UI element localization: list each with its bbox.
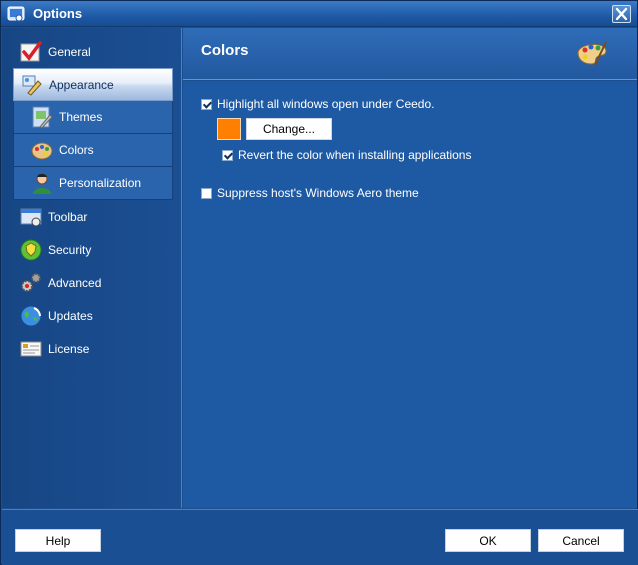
app-icon <box>7 6 25 22</box>
title-bar: Options <box>1 1 637 27</box>
license-certificate-icon <box>20 341 42 356</box>
palette-icon <box>577 41 607 66</box>
colors-panel: Highlight all windows open under Ceedo. … <box>183 81 637 508</box>
options-window: Options General Appearance Themes Colors… <box>0 0 638 565</box>
themes-icon <box>32 106 53 129</box>
sidebar-item-label: Appearance <box>49 77 114 92</box>
sidebar-item-appearance[interactable]: Appearance <box>13 68 173 101</box>
sidebar-item-personalization[interactable]: Personalization <box>13 167 173 200</box>
page-title: Colors <box>201 42 249 59</box>
sidebar-item-label: Toolbar <box>48 209 88 224</box>
close-button[interactable] <box>612 5 631 23</box>
sidebar-item-label: Colors <box>59 143 94 157</box>
highlight-windows-checkbox[interactable] <box>201 98 212 110</box>
highlight-windows-label: Highlight all windows open under Ceedo. <box>217 97 435 111</box>
highlight-windows-option[interactable]: Highlight all windows open under Ceedo. <box>201 97 434 111</box>
revert-color-checkbox[interactable] <box>222 149 233 161</box>
sidebar-item-updates[interactable]: Updates <box>13 299 173 332</box>
sidebar-item-advanced[interactable]: Advanced <box>13 266 173 299</box>
change-color-button[interactable]: Change... <box>246 118 332 140</box>
sidebar: General Appearance Themes Colors Persona… <box>2 28 182 508</box>
cancel-button[interactable]: Cancel <box>538 529 624 552</box>
revert-color-option[interactable]: Revert the color when installing applica… <box>222 148 471 162</box>
window-title: Options <box>33 6 83 21</box>
gears-icon <box>21 272 41 292</box>
sidebar-item-themes[interactable]: Themes <box>13 101 173 134</box>
sidebar-item-general[interactable]: General <box>13 35 173 68</box>
sidebar-item-label: Security <box>48 242 92 257</box>
toolbar-icon <box>20 208 42 226</box>
suppress-aero-checkbox[interactable] <box>201 187 212 199</box>
footer: Help OK Cancel <box>2 509 638 565</box>
suppress-aero-option[interactable]: Suppress host's Windows Aero theme <box>201 186 419 200</box>
sidebar-item-toolbar[interactable]: Toolbar <box>13 200 173 233</box>
general-checkmark-icon <box>20 40 42 61</box>
sidebar-item-label: General <box>48 44 91 59</box>
person-icon <box>33 173 51 194</box>
sidebar-item-label: License <box>48 341 90 356</box>
sidebar-item-label: Themes <box>59 110 103 124</box>
sidebar-item-label: Advanced <box>48 275 102 290</box>
security-icon <box>20 239 42 260</box>
globe-update-icon <box>20 305 42 326</box>
sidebar-item-label: Personalization <box>59 176 142 190</box>
revert-color-label: Revert the color when installing applica… <box>238 148 472 162</box>
close-icon <box>615 7 628 21</box>
appearance-icon <box>22 75 42 96</box>
palette-icon <box>31 142 53 160</box>
suppress-aero-label: Suppress host's Windows Aero theme <box>217 186 419 200</box>
highlight-color-swatch <box>217 118 241 140</box>
ok-button[interactable]: OK <box>445 529 531 552</box>
content-header: Colors <box>183 28 637 80</box>
sidebar-item-license[interactable]: License <box>13 332 173 365</box>
sidebar-item-security[interactable]: Security <box>13 233 173 266</box>
sidebar-item-label: Updates <box>48 308 93 323</box>
sidebar-item-colors[interactable]: Colors <box>13 134 173 167</box>
help-button[interactable]: Help <box>15 529 101 552</box>
